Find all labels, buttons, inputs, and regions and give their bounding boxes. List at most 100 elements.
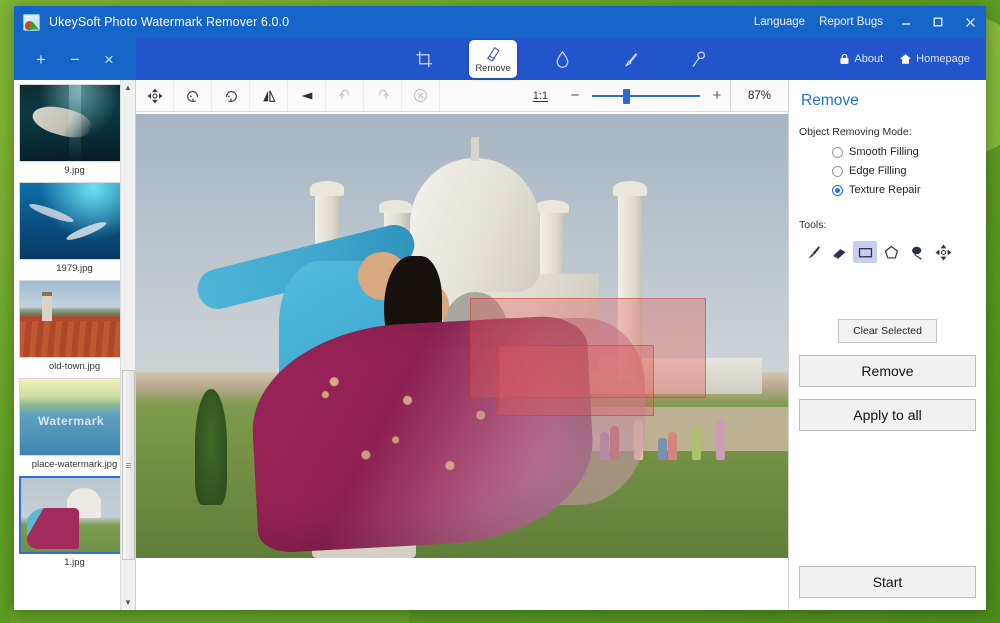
thumbnail-image[interactable]: [19, 280, 123, 358]
thumbnail-label: place-watermark.jpg: [19, 456, 130, 474]
list-item[interactable]: Watermark place-watermark.jpg: [14, 376, 135, 474]
lock-icon: [839, 53, 850, 65]
band-links: About Homepage: [833, 38, 976, 80]
zoom-controls: 1:1 − + 87%: [519, 80, 788, 111]
redo-button[interactable]: [364, 80, 402, 111]
clear-files-button[interactable]: ×: [100, 51, 118, 68]
homepage-link[interactable]: Homepage: [893, 51, 976, 67]
tool-polygon-select[interactable]: [879, 241, 903, 263]
tool-move[interactable]: [931, 241, 955, 263]
scroll-up-button[interactable]: ▲: [121, 80, 136, 95]
zoom-slider-handle[interactable]: [623, 89, 630, 104]
watermark-overlay-text: Watermark: [20, 414, 122, 428]
redo-icon: [375, 88, 391, 104]
scroll-down-button[interactable]: ▼: [121, 595, 136, 610]
sidebar-scrollbar[interactable]: ▲ ▼: [120, 80, 135, 610]
remove-button[interactable]: Remove: [799, 355, 976, 387]
remove-file-button[interactable]: −: [66, 51, 84, 68]
flip-horizontal-button[interactable]: [250, 80, 288, 111]
thumbnail-label: 1979.jpg: [19, 260, 130, 278]
list-item[interactable]: 9.jpg: [14, 82, 135, 180]
lasso-icon: [909, 244, 926, 261]
main-toolbar: + − × Remove: [14, 38, 986, 80]
clear-selected-row: Clear Selected: [799, 319, 976, 343]
water-drop-icon: [553, 50, 572, 69]
tab-remove[interactable]: Remove: [469, 40, 517, 78]
move-icon: [147, 88, 163, 104]
tab-crop[interactable]: [401, 42, 447, 76]
flip-vertical-icon: [299, 88, 315, 104]
radio-label: Smooth Filling: [849, 146, 919, 158]
move-icon: [935, 244, 952, 261]
tab-watermark-drop[interactable]: [539, 42, 585, 76]
scrollbar-track[interactable]: [121, 95, 136, 595]
zoom-out-button[interactable]: −: [562, 87, 588, 104]
file-controls: + − ×: [14, 38, 136, 80]
thumbnail-image[interactable]: [19, 182, 123, 260]
tool-brush[interactable]: [801, 241, 825, 263]
list-item[interactable]: 1.jpg: [14, 474, 135, 572]
app-logo-icon: [23, 14, 40, 31]
close-button[interactable]: [954, 6, 986, 38]
title-bar: UkeySoft Photo Watermark Remover 6.0.0 L…: [14, 6, 986, 38]
thumbnail-image[interactable]: [19, 476, 123, 554]
image-canvas[interactable]: [136, 112, 788, 610]
radio-icon: [832, 185, 843, 196]
homepage-label: Homepage: [916, 53, 970, 65]
thumbnail-image[interactable]: [19, 84, 123, 162]
report-bugs-link[interactable]: Report Bugs: [812, 16, 890, 28]
reset-circle-icon: [412, 87, 429, 104]
canvas-column: 1:1 − + 87%: [136, 80, 788, 610]
rotate-left-button[interactable]: [174, 80, 212, 111]
maximize-icon: [932, 16, 944, 28]
tools-label: Tools:: [799, 219, 976, 231]
radio-edge-filling[interactable]: Edge Filling: [832, 165, 976, 177]
polygon-icon: [883, 244, 900, 261]
zoom-in-button[interactable]: +: [704, 87, 730, 104]
tab-brush[interactable]: [607, 42, 653, 76]
rotate-right-icon: [223, 88, 239, 104]
tool-lasso-select[interactable]: [905, 241, 929, 263]
zoom-actual-size-button[interactable]: 1:1: [519, 90, 562, 102]
radio-label: Edge Filling: [849, 165, 906, 177]
thumbnail-image[interactable]: Watermark: [19, 378, 123, 456]
apply-to-all-button[interactable]: Apply to all: [799, 399, 976, 431]
minimize-icon: [900, 16, 912, 28]
maximize-button[interactable]: [922, 6, 954, 38]
list-item[interactable]: old-town.jpg: [14, 278, 135, 376]
language-link[interactable]: Language: [747, 16, 812, 28]
undo-button[interactable]: [326, 80, 364, 111]
tool-eraser[interactable]: [827, 241, 851, 263]
about-link[interactable]: About: [833, 51, 889, 67]
eraser-icon: [831, 244, 848, 261]
radio-texture-repair[interactable]: Texture Repair: [832, 184, 976, 196]
pan-button[interactable]: [136, 80, 174, 111]
flip-vertical-button[interactable]: [288, 80, 326, 111]
scrollbar-thumb[interactable]: [122, 370, 135, 560]
list-item[interactable]: 1979.jpg: [14, 180, 135, 278]
title-bar-right: Language Report Bugs: [747, 6, 986, 38]
rotate-right-button[interactable]: [212, 80, 250, 111]
zoom-slider[interactable]: [592, 89, 700, 103]
thumbnail-label: 9.jpg: [19, 162, 130, 180]
reset-button[interactable]: [402, 80, 440, 111]
radio-smooth-filling[interactable]: Smooth Filling: [832, 146, 976, 158]
crop-icon: [415, 50, 434, 69]
rotate-left-icon: [185, 88, 201, 104]
minimize-button[interactable]: [890, 6, 922, 38]
tab-pen[interactable]: [675, 42, 721, 76]
home-icon: [899, 53, 912, 65]
taj-mahal-couple-photo[interactable]: [136, 114, 788, 558]
clear-selected-button[interactable]: Clear Selected: [838, 319, 937, 343]
canvas-toolbar: 1:1 − + 87%: [136, 80, 788, 112]
mode-radio-group: Smooth Filling Edge Filling Texture Repa…: [799, 146, 976, 203]
thumbnail-sidebar: 9.jpg 1979.jpg old-town.jpg Watermark pl…: [14, 80, 136, 610]
selection-rectangle[interactable]: [498, 345, 654, 416]
zoom-slider-track: [592, 95, 700, 97]
zoom-level-label: 87%: [730, 80, 788, 111]
radio-icon: [832, 147, 843, 158]
start-button[interactable]: Start: [799, 566, 976, 598]
transform-buttons: [136, 80, 440, 111]
tool-rectangle-select[interactable]: [853, 241, 877, 263]
add-files-button[interactable]: +: [32, 51, 50, 68]
